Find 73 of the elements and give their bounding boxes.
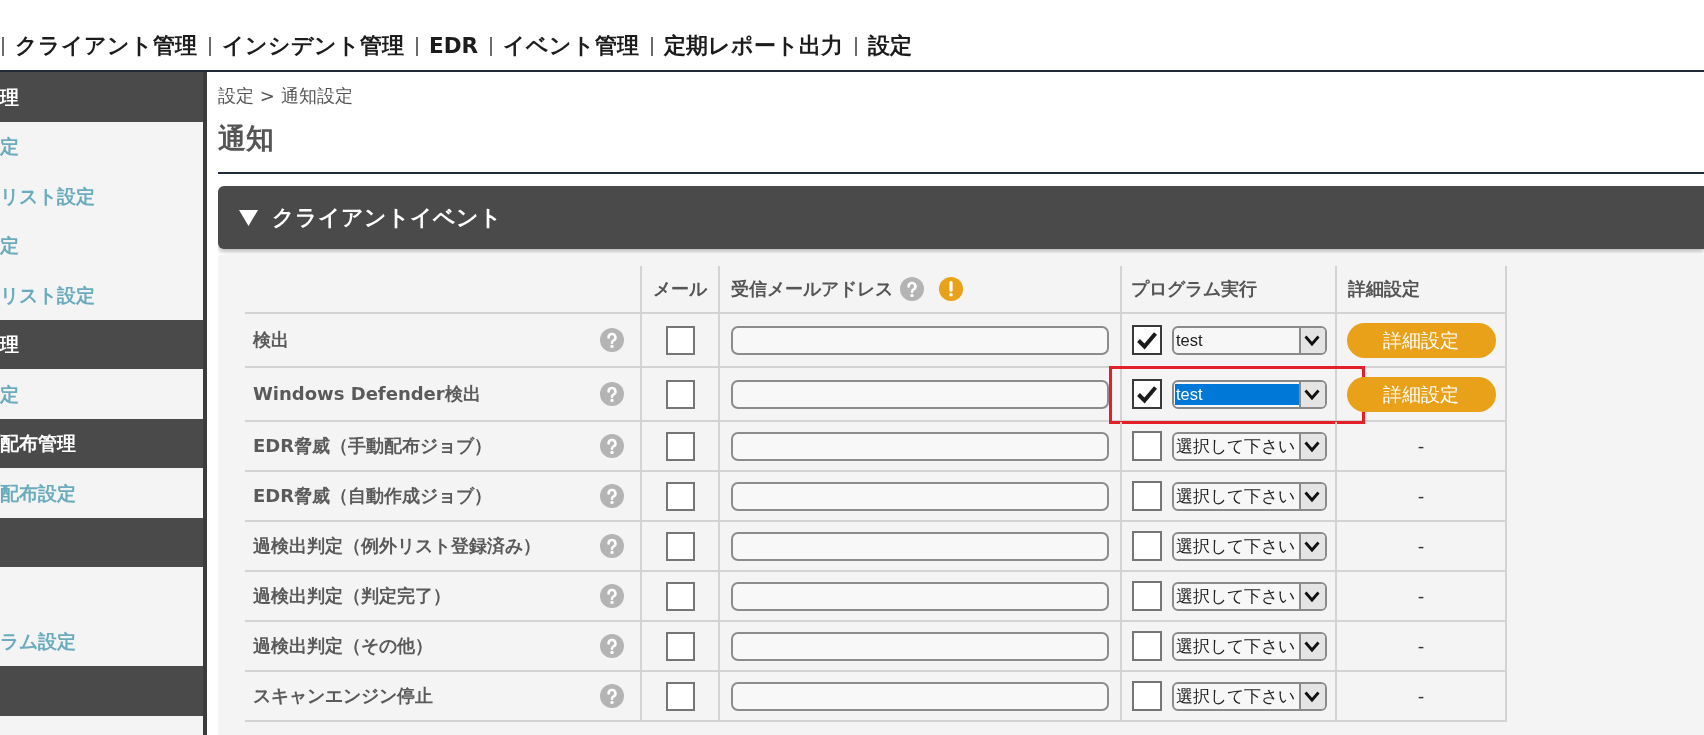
row-label: Windows Defender検出 — [253, 382, 481, 406]
checkbox[interactable] — [665, 581, 695, 611]
column-header: 詳細設定 — [1348, 277, 1420, 301]
sidebar-heading: 理 — [0, 319, 203, 369]
checkmark-icon — [1136, 384, 1158, 404]
program-dropdown[interactable]: 選択して下さい — [1172, 581, 1327, 611]
checkbox[interactable] — [665, 325, 695, 355]
row-label: 過検出判定（その他） — [253, 634, 433, 658]
program-dropdown[interactable]: 選択して下さい — [1172, 631, 1327, 661]
empty-value-text: - — [1417, 684, 1425, 708]
chevron-down-icon[interactable] — [1299, 327, 1325, 353]
nav-link[interactable]: 定期レポート出力 — [664, 32, 844, 60]
column-header: 受信メールアドレス — [731, 277, 893, 301]
breadcrumb: 設定 > 通知設定 — [218, 85, 353, 106]
email-address-field[interactable] — [731, 481, 1109, 511]
checkbox[interactable] — [1132, 681, 1162, 711]
chevron-down-icon[interactable] — [1299, 633, 1325, 659]
program-dropdown[interactable]: test — [1172, 379, 1327, 409]
nav-link[interactable]: クライアント管理 — [15, 32, 197, 60]
empty-value-text: - — [1417, 534, 1425, 558]
empty-value-text: - — [1417, 634, 1425, 658]
chevron-down-icon[interactable] — [1299, 533, 1325, 559]
sidebar-heading: 理 — [0, 72, 203, 122]
checkbox[interactable] — [1132, 631, 1162, 661]
nav-link[interactable]: イベント管理 — [503, 32, 640, 60]
checkbox[interactable] — [1132, 431, 1162, 461]
program-dropdown[interactable]: 選択して下さい — [1172, 681, 1327, 711]
row-label: 過検出判定（判定完了） — [253, 584, 451, 608]
nav-link[interactable]: 設定 — [868, 32, 913, 60]
email-address-field[interactable] — [731, 325, 1109, 355]
empty-value-text: - — [1417, 584, 1425, 608]
checkbox[interactable] — [1132, 531, 1162, 561]
program-dropdown[interactable]: 選択して下さい — [1172, 481, 1327, 511]
chevron-down-icon[interactable] — [1299, 583, 1325, 609]
program-dropdown[interactable]: test — [1172, 325, 1327, 355]
chevron-down-icon[interactable] — [1299, 683, 1325, 709]
email-address-field[interactable] — [731, 531, 1109, 561]
row-label: スキャンエンジン停止 — [253, 684, 433, 708]
chevron-down-icon[interactable] — [1299, 483, 1325, 509]
chevron-down-icon[interactable] — [1299, 381, 1325, 407]
checkbox[interactable] — [665, 379, 695, 409]
checkbox[interactable] — [665, 631, 695, 661]
email-address-field[interactable] — [731, 631, 1109, 661]
checkbox[interactable] — [1132, 581, 1162, 611]
nav-link[interactable]: インシデント管理 — [222, 32, 404, 60]
checkbox[interactable] — [1132, 481, 1162, 511]
email-address-field[interactable] — [731, 681, 1109, 711]
section-header[interactable]: クライアントイベント — [218, 186, 1704, 249]
column-header: プログラム実行 — [1131, 277, 1257, 301]
program-dropdown[interactable]: 選択して下さい — [1172, 531, 1327, 561]
checkbox[interactable] — [1132, 379, 1162, 409]
checkbox[interactable] — [1132, 325, 1162, 355]
program-dropdown[interactable]: 選択して下さい — [1172, 431, 1327, 461]
chevron-down-icon[interactable] — [1299, 433, 1325, 459]
row-label: EDR脅威（手動配布ジョブ） — [253, 434, 493, 458]
checkbox[interactable] — [665, 481, 695, 511]
checkbox[interactable] — [665, 681, 695, 711]
checkbox[interactable] — [665, 531, 695, 561]
email-address-field[interactable] — [731, 581, 1109, 611]
empty-value-text: - — [1417, 484, 1425, 508]
email-address-field[interactable] — [731, 379, 1109, 409]
warning-icon — [939, 277, 963, 301]
page-title: 通知 — [218, 121, 274, 157]
email-address-field[interactable] — [731, 431, 1109, 461]
checkmark-icon — [1136, 330, 1158, 350]
sidebar-heading: 配布管理 — [0, 418, 203, 468]
column-header: メール — [653, 277, 707, 301]
row-label: 検出 — [253, 328, 289, 352]
checkbox[interactable] — [665, 431, 695, 461]
empty-value-text: - — [1417, 434, 1425, 458]
row-label: 過検出判定（例外リスト登録済み） — [253, 534, 541, 558]
row-label: EDR脅威（自動作成ジョブ） — [253, 484, 493, 508]
nav-link[interactable]: EDR — [429, 32, 479, 60]
